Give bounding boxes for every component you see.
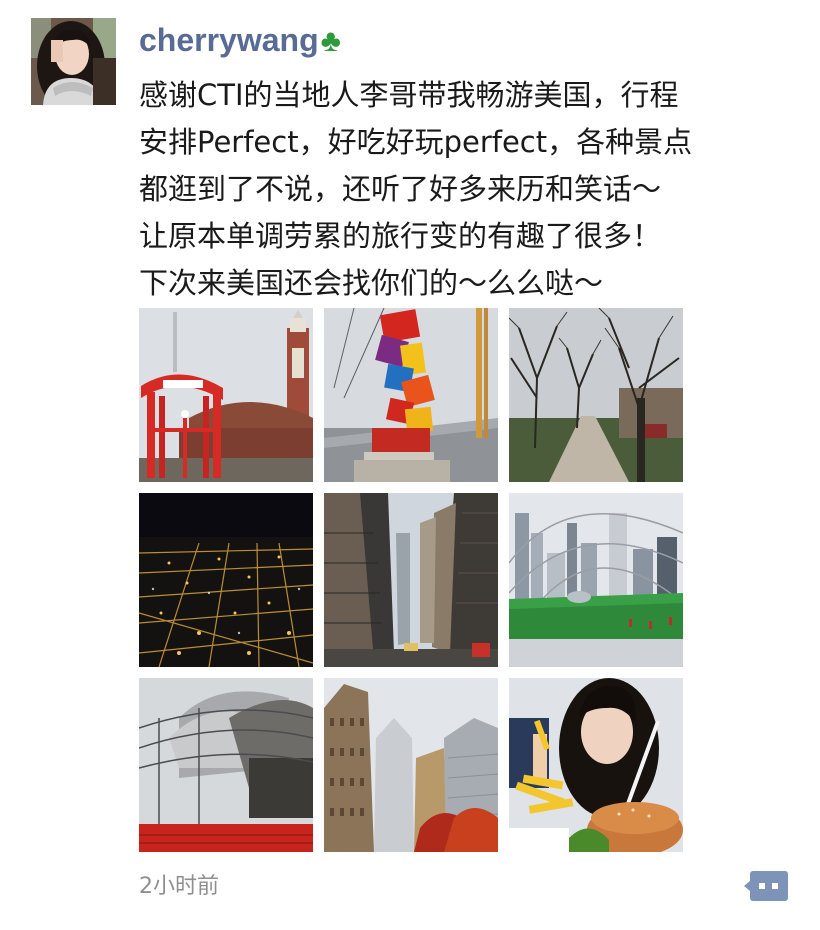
photo-thumbnail-tall-buildings[interactable]	[324, 678, 498, 852]
post-timestamp: 2小时前	[139, 874, 219, 899]
photo-grid	[139, 308, 683, 852]
photo-thumbnail-selfie-burger[interactable]	[509, 678, 683, 852]
photo-thumbnail-letter-sculpture[interactable]	[324, 308, 498, 482]
post-text-line: 下次来美国还会找你们的～么么哒～	[139, 266, 604, 300]
photo-thumbnail-downtown-street[interactable]	[324, 493, 498, 667]
photo-thumbnail-tree-path[interactable]	[509, 308, 683, 482]
clover-icon: ♣	[320, 23, 341, 58]
comment-button[interactable]	[744, 869, 790, 905]
post-text-line: 感谢CTI的当地人李哥带我畅游美国，行程	[139, 78, 679, 112]
post-text-line: 都逛到了不说，还听了好多来历和笑话～	[139, 172, 662, 206]
post-text-line: 安排Perfect，好吃好玩perfect，各种景点	[139, 125, 693, 159]
comment-bubble-icon	[744, 871, 788, 901]
post-text-line: 让原本单调劳累的旅行变的有趣了很多！	[139, 219, 662, 253]
avatar[interactable]	[31, 18, 116, 105]
photo-thumbnail-night-city[interactable]	[139, 493, 313, 667]
username-text: cherrywang	[139, 22, 319, 58]
photo-thumbnail-pavilion[interactable]	[139, 678, 313, 852]
photo-thumbnail-navy-pier[interactable]	[139, 308, 313, 482]
username-link[interactable]: cherrywang♣	[139, 18, 341, 62]
post-text: 感谢CTI的当地人李哥带我畅游美国，行程 安排Perfect，好吃好玩perfe…	[139, 72, 789, 307]
photo-thumbnail-skyline-lawn[interactable]	[509, 493, 683, 667]
